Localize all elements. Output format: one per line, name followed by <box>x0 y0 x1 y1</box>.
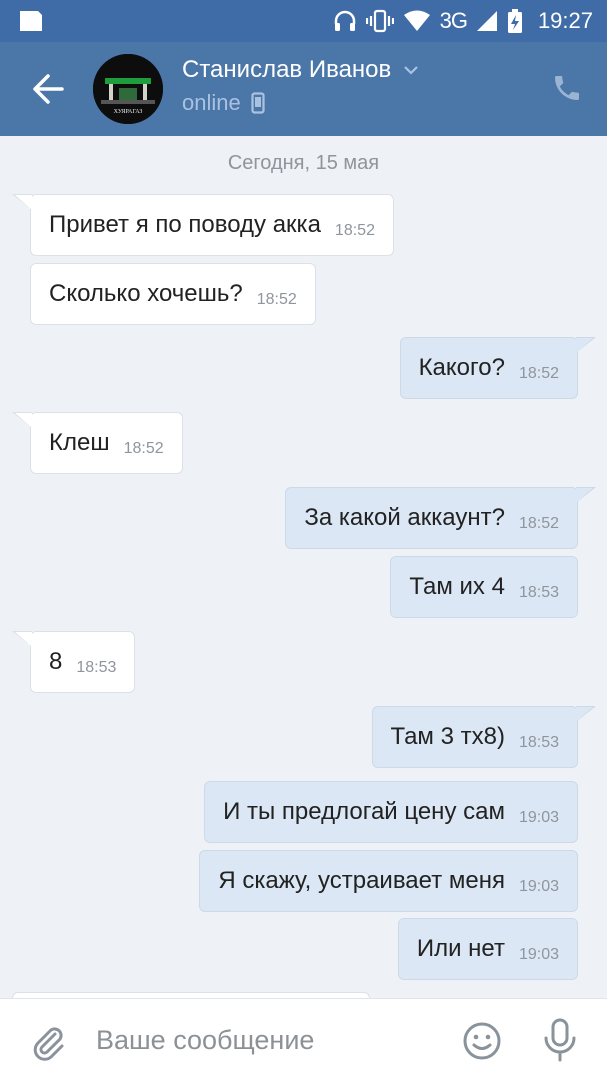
message-input[interactable] <box>96 1015 446 1065</box>
message-bubble-incoming[interactable]: Клеш 18:52 <box>12 412 183 474</box>
message-bubble-outgoing[interactable]: Или нет 19:03 <box>397 918 578 980</box>
message-time: 18:52 <box>256 291 297 308</box>
arrow-left-icon[interactable] <box>28 70 68 108</box>
message-bubble-incoming[interactable]: Привет я по поводу акка 18:52 <box>12 194 394 256</box>
message-text: Сколько хочешь? <box>49 280 243 307</box>
signal-icon <box>476 11 497 31</box>
date-separator: Сегодня, 15 мая <box>227 152 380 174</box>
message-text: И ты предлогай цену сам <box>223 798 505 825</box>
message-time: 18:53 <box>518 584 559 601</box>
message-text: Там 3 тх8) <box>390 723 505 750</box>
mobile-device-icon <box>251 92 265 114</box>
chat-header: ХУЯРАГАЗ Станислав Иванов online <box>0 42 607 136</box>
message-bubble-incoming[interactable]: Сколько хочешь? 18:52 <box>30 263 316 325</box>
composer <box>0 998 607 1080</box>
message-time: 19:03 <box>518 946 559 963</box>
message-time: 18:53 <box>76 659 117 676</box>
chevron-down-icon <box>403 66 418 75</box>
message-text: Привет я по поводу акка <box>49 211 321 238</box>
avatar-caption: ХУЯРАГАЗ <box>114 109 143 115</box>
network-type-label: 3G <box>439 8 468 33</box>
status-bar: 3G 19:27 <box>0 0 607 42</box>
message-time: 18:52 <box>518 515 559 532</box>
message-text: Я скажу, устраивает меня <box>218 867 505 894</box>
wifi-icon <box>403 10 430 31</box>
presence-status: online <box>182 90 241 115</box>
message-time: 18:53 <box>518 734 559 751</box>
paperclip-icon[interactable] <box>28 1021 68 1061</box>
message-time: 18:52 <box>518 365 559 382</box>
message-bubble-outgoing[interactable]: Я скажу, устраивает меня 19:03 <box>199 850 578 912</box>
message-text: Какого? <box>418 354 505 381</box>
message-bubble-incoming[interactable]: 8 18:53 <box>11 631 136 693</box>
avatar-image: ХУЯРАГАЗ <box>93 54 163 124</box>
phone-icon[interactable] <box>551 72 583 104</box>
message-text: Клеш <box>49 429 110 456</box>
emoji-icon[interactable] <box>462 1021 502 1061</box>
message-time: 18:52 <box>123 440 164 457</box>
battery-charging-icon <box>507 9 522 33</box>
microphone-icon[interactable] <box>542 1017 578 1063</box>
headphones-icon <box>334 10 355 31</box>
avatar[interactable]: ХУЯРАГАЗ <box>93 54 163 124</box>
message-text: Там их 4 <box>409 573 505 600</box>
message-bubble-outgoing[interactable]: И ты предлогай цену сам 19:03 <box>204 781 578 843</box>
contact-info[interactable]: Станислав Иванов online <box>182 56 420 116</box>
contact-name: Станислав Иванов <box>182 56 392 83</box>
vibrate-icon <box>365 9 394 33</box>
message-bubble-outgoing[interactable]: Какого? 18:52 <box>399 337 597 399</box>
message-text: За какой аккаунт? <box>304 504 505 531</box>
message-bubble-outgoing[interactable]: Там их 4 18:53 <box>390 556 578 618</box>
sim-card-icon <box>20 11 42 31</box>
message-text: Или нет <box>416 935 505 962</box>
message-text: 8 <box>49 648 63 675</box>
message-time: 19:03 <box>518 878 559 895</box>
message-bubble-outgoing[interactable]: За какой аккаунт? 18:52 <box>285 487 596 549</box>
message-list[interactable]: Сегодня, 15 мая Привет я по поводу акка … <box>0 136 607 998</box>
message-bubble-outgoing[interactable]: Там 3 тх8) 18:53 <box>371 706 596 768</box>
message-time: 19:03 <box>518 809 559 826</box>
message-time: 18:52 <box>334 222 375 239</box>
clock: 19:27 <box>537 8 593 33</box>
